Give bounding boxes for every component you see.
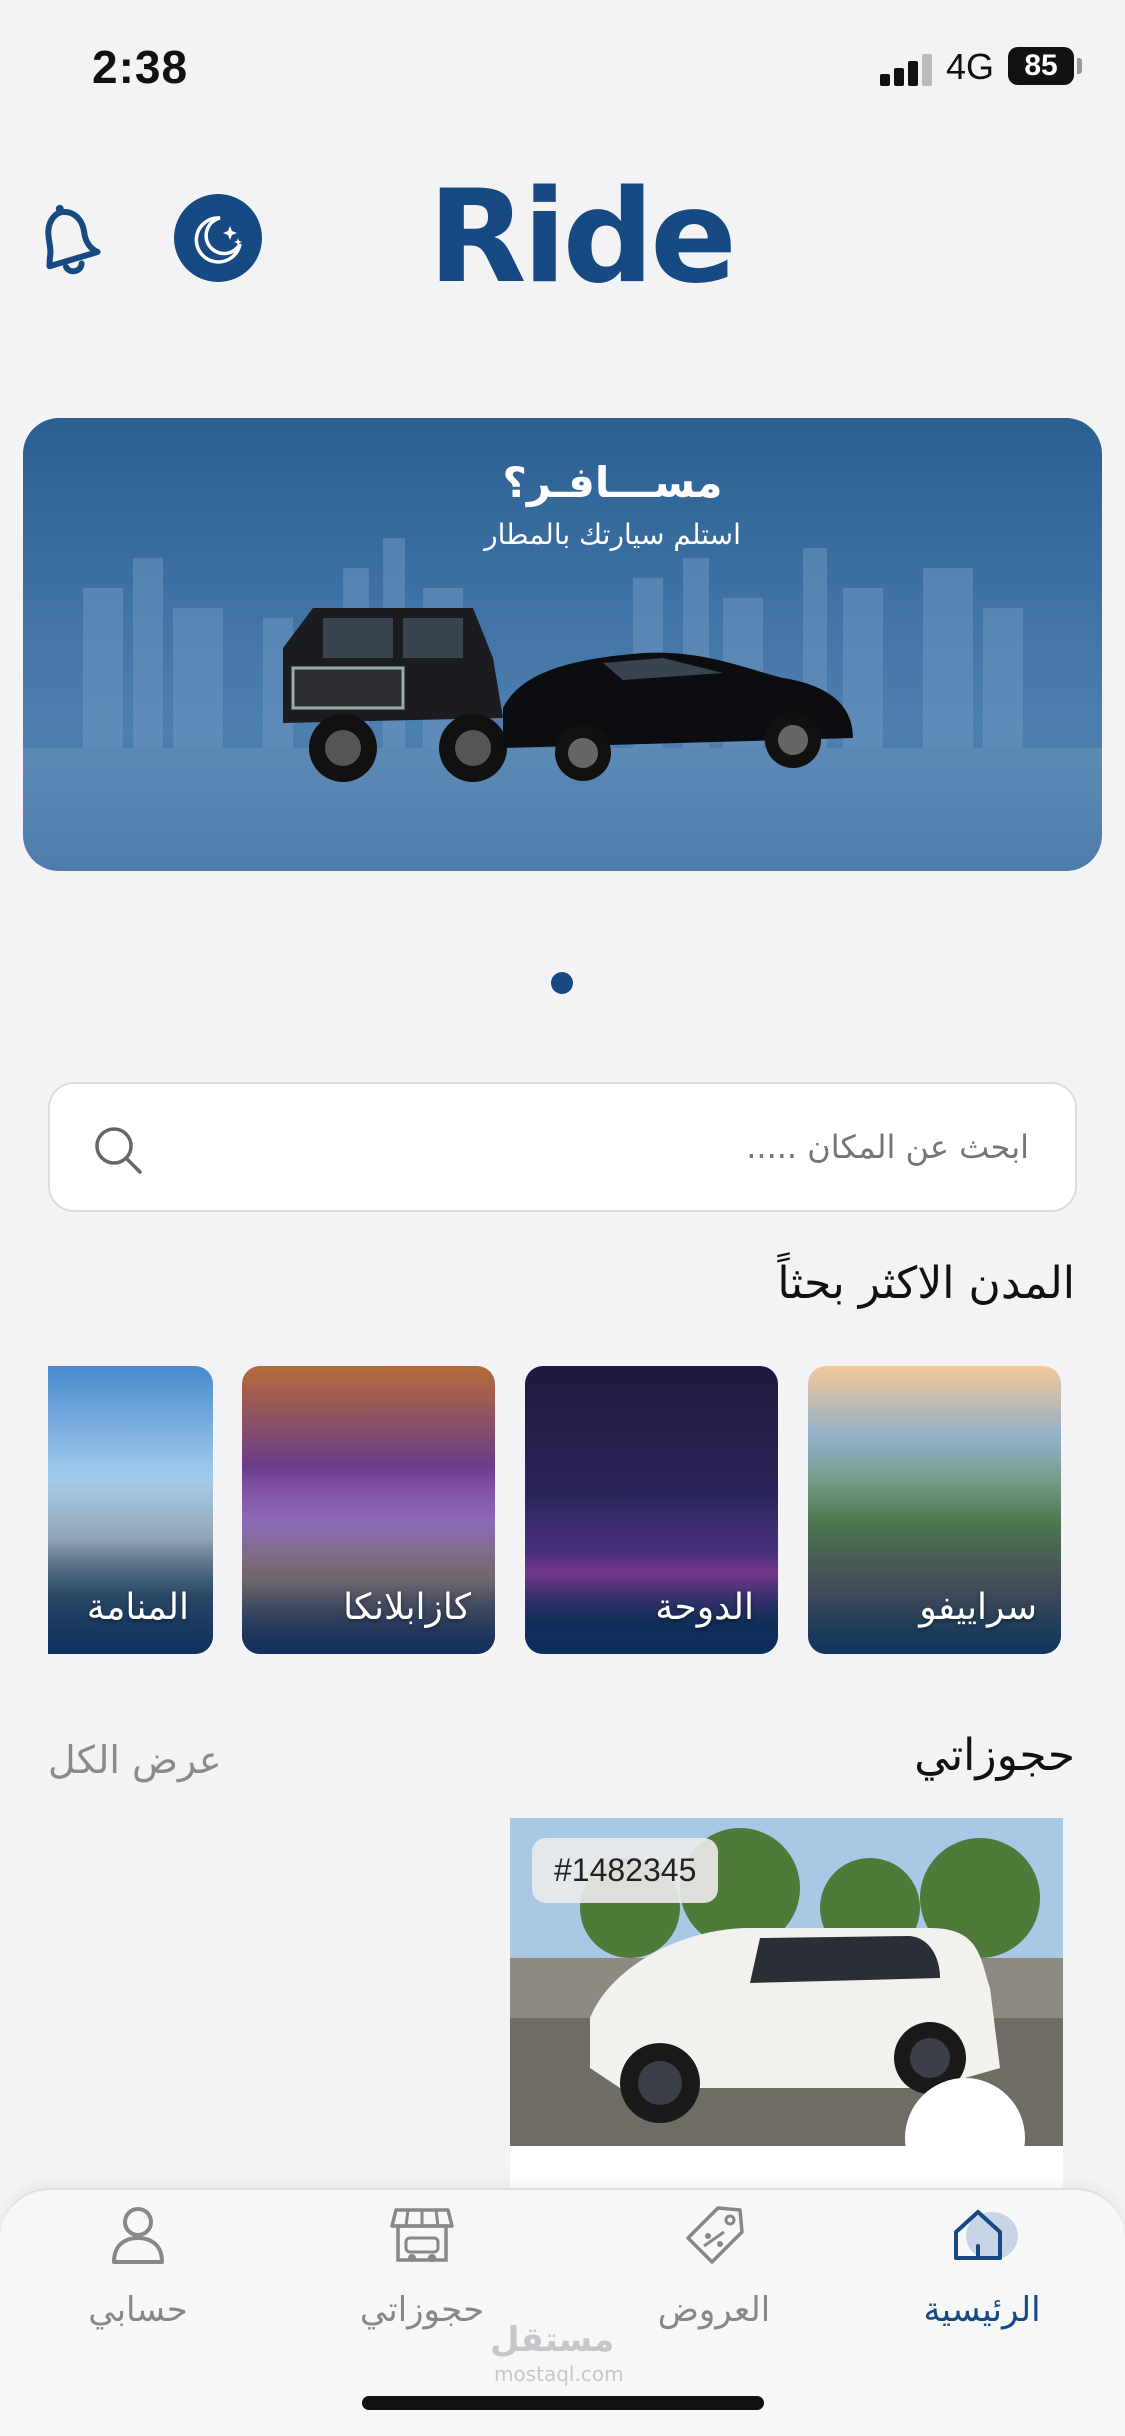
view-all-link[interactable]: عرض الكل: [48, 1738, 222, 1782]
popular-cities-title: المدن الاكثر بحثاً: [777, 1258, 1075, 1309]
booking-card[interactable]: #1482345: [510, 1818, 1063, 2198]
network-type: 4G: [946, 46, 995, 87]
city-card-casablanca[interactable]: كازابلانكا: [242, 1366, 495, 1654]
city-overlay: [808, 1481, 1061, 1654]
tab-offers-label: العروض: [657, 2290, 771, 2330]
dark-mode-toggle[interactable]: [174, 194, 262, 282]
tab-home-label: الرئيسية: [923, 2290, 1041, 2330]
city-card-manama[interactable]: المنامة: [48, 1366, 213, 1654]
user-icon: [112, 2207, 164, 2264]
tab-offers[interactable]: العروض: [614, 2190, 814, 2350]
moon-icon: [194, 216, 242, 264]
my-bookings-title: حجوزاتي: [914, 1730, 1075, 1781]
store-car-icon: [390, 2208, 454, 2262]
city-overlay: [48, 1481, 213, 1654]
home-indicator[interactable]: [362, 2396, 764, 2410]
watermark-url: mostaql.com: [494, 2362, 624, 2386]
city-name: المنامة: [86, 1587, 189, 1628]
search-input[interactable]: [229, 1084, 1029, 1210]
tab-account-label: حسابي: [88, 2290, 188, 2330]
booking-id-badge: #1482345: [532, 1838, 719, 1903]
battery-icon: 85: [1008, 47, 1074, 85]
search-bar[interactable]: [48, 1082, 1077, 1212]
tab-account[interactable]: حسابي: [38, 2190, 238, 2350]
offer-tag-icon: [686, 2206, 744, 2264]
city-name: سراييفو: [919, 1587, 1037, 1628]
home-icon: [954, 2210, 1018, 2260]
status-bar: 2:38 4G 85: [0, 0, 1125, 140]
city-overlay: [242, 1481, 495, 1654]
battery-tip: [1077, 58, 1082, 74]
tab-home[interactable]: الرئيسية: [882, 2190, 1082, 2350]
popular-cities-list[interactable]: سراييفو الدوحة كازابلانكا المنامة: [48, 1366, 1078, 1656]
watermark-logo: مستقل: [490, 2320, 615, 2360]
banner-subtitle: استلم سيارتك بالمطار: [484, 518, 741, 551]
city-name: الدوحة: [655, 1587, 754, 1628]
city-card-sarajevo[interactable]: سراييفو: [808, 1366, 1061, 1654]
city-name: كازابلانكا: [343, 1587, 471, 1628]
ride-logo: Ride: [428, 163, 737, 312]
city-overlay: [525, 1481, 778, 1654]
city-card-doha[interactable]: الدوحة: [525, 1366, 778, 1654]
carousel-dot-active[interactable]: [551, 972, 573, 994]
search-icon[interactable]: [90, 1122, 146, 1178]
status-time: 2:38: [92, 41, 189, 93]
promo-banner[interactable]: مســـافـر؟ استلم سيارتك بالمطار: [23, 418, 1102, 871]
signal-icon: [880, 52, 934, 86]
banner-title: مســـافـر؟: [502, 458, 723, 507]
bell-icon[interactable]: [30, 196, 104, 280]
